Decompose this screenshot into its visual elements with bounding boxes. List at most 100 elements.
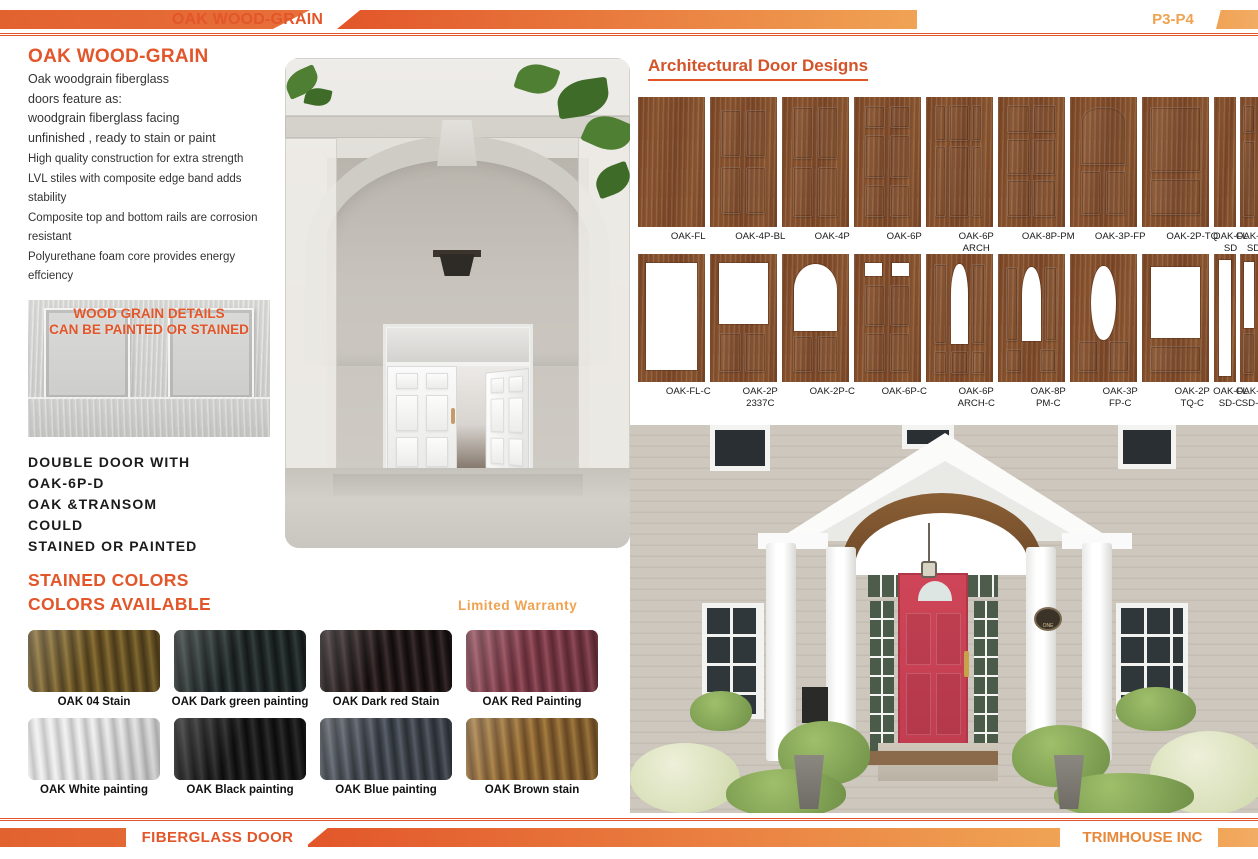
door-panel-shape — [1044, 266, 1057, 342]
door-glass-lite — [719, 262, 768, 325]
door-face — [998, 254, 1065, 382]
door-thumbnail[interactable] — [1070, 97, 1137, 227]
section-title-oak-wood-grain: OAK WOOD-GRAIN — [28, 46, 209, 67]
limited-warranty-label: Limited Warranty — [458, 598, 578, 613]
shrub-icon — [630, 743, 740, 813]
door-label-line: OAK-2P — [742, 386, 778, 397]
color-swatch[interactable] — [320, 718, 452, 780]
door-panel-shape — [864, 333, 885, 372]
door-glass-lite — [1091, 265, 1116, 340]
door-panel-shape — [490, 437, 504, 465]
door-panel-shape — [792, 167, 813, 217]
door-label-line: OAK-6P — [958, 231, 994, 242]
color-swatch[interactable] — [466, 630, 598, 692]
door-panel-shape — [792, 335, 813, 372]
door-label: OAK-2PSD — [1225, 231, 1258, 254]
door-thumbnail[interactable] — [710, 97, 777, 227]
door-panel-shape — [1150, 107, 1201, 173]
door-thumbnail[interactable] — [1070, 254, 1137, 382]
door-face — [1214, 97, 1236, 227]
door-thumbnail[interactable] — [926, 97, 993, 227]
feature-line: Composite top and bottom rails are corro… — [28, 211, 258, 224]
intro-line: woodgrain fiberglass facing — [28, 111, 180, 125]
door-thumbnail[interactable] — [926, 254, 993, 382]
door-panel-shape — [935, 104, 947, 142]
door-panel-shape — [934, 264, 948, 344]
door-label: OAK-2P 2337C — [720, 386, 802, 409]
door-thumbnail[interactable] — [638, 254, 705, 382]
color-swatch[interactable] — [466, 718, 598, 780]
door-face — [638, 97, 705, 227]
door-thumbnail[interactable] — [1214, 254, 1236, 382]
wood-grain-overlay-text: WOOD GRAIN DETAILS CAN BE PAINTED OR STA… — [28, 306, 270, 338]
door-thumbnail[interactable] — [710, 254, 777, 382]
door-label: OAK-8P-PM — [1008, 231, 1090, 243]
door-panel-shape — [818, 107, 839, 160]
door-face — [638, 254, 705, 382]
door-face — [926, 97, 993, 227]
door-panel-shape — [719, 333, 741, 372]
door-panel-shape — [426, 437, 448, 467]
door-face — [710, 254, 777, 382]
door-panel-shape — [1150, 178, 1201, 216]
door-panel-shape — [508, 438, 523, 467]
door-label: OAK-6P ARCH-C — [936, 386, 1018, 409]
caption-line: STAINED OR PAINTED — [28, 538, 198, 554]
door-face — [1070, 97, 1137, 227]
color-swatch[interactable] — [174, 630, 306, 692]
door-panel-shape — [792, 107, 813, 160]
door-thumbnail[interactable] — [854, 97, 921, 227]
door-thumbnail[interactable] — [998, 97, 1065, 227]
door-panel-shape — [890, 333, 911, 372]
door-thumbnail[interactable] — [638, 97, 705, 227]
swatch-sheen — [320, 630, 452, 692]
door-thumbnail[interactable] — [1214, 97, 1236, 227]
color-swatch[interactable] — [320, 630, 452, 692]
door-thumbnail[interactable] — [998, 254, 1065, 382]
door-panel-shape — [864, 185, 885, 217]
door-panel-shape — [818, 335, 839, 372]
door-label-line: 2337C — [746, 397, 775, 409]
door-label-line: OAK-FL-C — [665, 386, 711, 397]
door-thumbnail[interactable] — [1142, 97, 1209, 227]
mailbox-icon — [802, 687, 828, 723]
door-thumbnail[interactable] — [854, 254, 921, 382]
door-panel-shape — [426, 373, 448, 389]
door-thumbnail[interactable] — [1142, 254, 1209, 382]
door-thumbnail[interactable] — [782, 97, 849, 227]
color-swatch[interactable] — [28, 630, 160, 692]
door-panel-shape — [906, 673, 931, 735]
caption-line: DOUBLE DOOR WITH — [28, 454, 191, 470]
color-swatch-label: OAK Red Painting — [482, 696, 582, 708]
door-panel-shape — [396, 437, 418, 467]
door-label: OAK-2PSD-C — [1225, 386, 1258, 409]
color-swatch[interactable] — [174, 718, 306, 780]
wood-grain-detail-photo: WOOD GRAIN DETAILS CAN BE PAINTED OR STA… — [28, 300, 270, 437]
color-swatch-label: OAK Dark red Stain — [332, 696, 440, 708]
color-swatch[interactable] — [28, 718, 160, 780]
door-glass-lite — [1151, 266, 1200, 339]
door-panel-shape — [1080, 171, 1101, 216]
door-thumbnail[interactable] — [1240, 97, 1258, 227]
door-face — [1240, 254, 1258, 382]
window-box-plant-icon — [690, 691, 752, 731]
door-panel-shape — [1006, 348, 1023, 372]
door-panel-shape — [971, 146, 983, 217]
feature-line: High quality construction for extra stre… — [28, 153, 244, 165]
door-panel-shape — [508, 397, 523, 433]
door-label-line: OAK-3P-FP — [1094, 231, 1146, 242]
intro-line: unfinished , ready to stain or paint — [28, 130, 216, 145]
door-thumbnail[interactable] — [1240, 254, 1258, 382]
entry-door-photo — [285, 58, 630, 548]
door-glass-lite — [794, 264, 837, 331]
door-glass-lite — [891, 262, 909, 276]
door-label: OAK-6P — [864, 231, 946, 243]
door-panel-shape — [948, 146, 969, 217]
door-panel-shape — [744, 333, 767, 372]
door-face — [782, 97, 849, 227]
door-panel-shape — [971, 351, 985, 375]
house-number-text: ONE — [1042, 623, 1054, 629]
door-thumbnail[interactable] — [782, 254, 849, 382]
door-glass-lite — [1022, 266, 1041, 342]
upper-window — [1118, 425, 1176, 469]
